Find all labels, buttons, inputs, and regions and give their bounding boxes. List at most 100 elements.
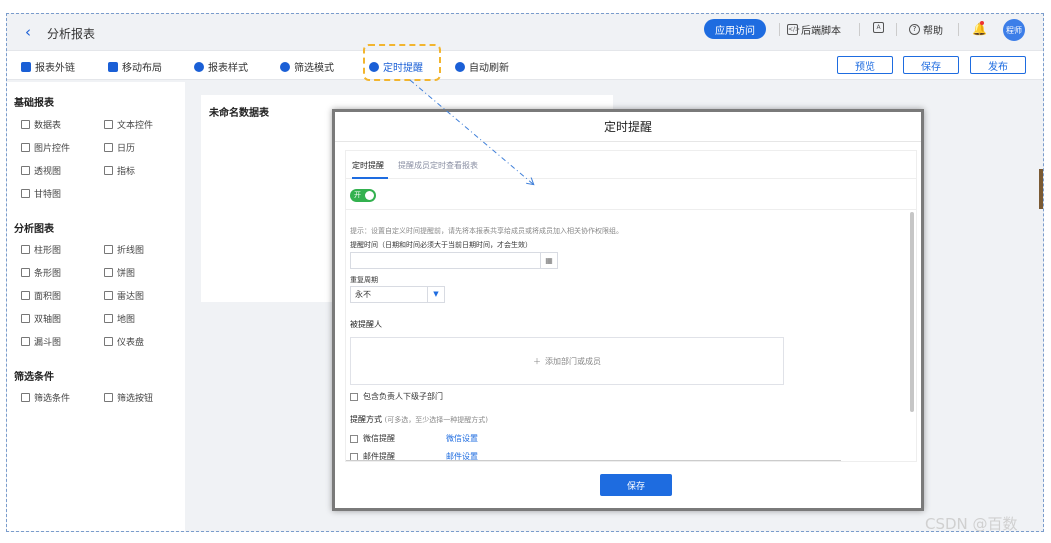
bar-chart-icon [21,245,30,254]
wechat-settings-link[interactable]: 微信设置 [446,433,478,444]
save-button[interactable]: 保存 [903,56,959,74]
divider [958,23,959,36]
watermark: CSDN @百数 [925,515,1018,533]
comp-pivot[interactable]: 透视图 [21,164,61,177]
include-subdept-checkbox[interactable]: 包含负责人下级子部门 [350,391,443,402]
repeat-label: 重复周期 [350,276,378,284]
pie-chart-icon [104,268,113,277]
gantt-icon [21,189,30,198]
section-title: 分析图表 [14,224,54,235]
tab-reminder[interactable]: 定时提醒 [352,160,384,171]
chevron-down-icon: ▼ [427,287,444,302]
comp-label: 筛选按钮 [117,394,154,404]
tool-label: 自动刷新 [469,63,509,74]
comp-map[interactable]: 地图 [104,312,135,325]
divider [779,23,780,36]
reminder-time-input[interactable]: ▦ [350,252,558,269]
comp-dual-axis[interactable]: 双轴图 [21,312,61,325]
comp-label: 日历 [117,144,136,154]
page-title: 分析报表 [47,27,96,41]
checkbox-label: 包含负责人下级子部门 [363,392,443,401]
tool-report-style[interactable]: 报表样式 [194,59,248,74]
comp-bar-chart[interactable]: 柱形图 [21,243,61,256]
checkbox-box [350,434,358,443]
tool-auto-refresh[interactable]: 自动刷新 [455,59,509,74]
checkbox-box [350,392,358,401]
comp-metric[interactable]: 指标 [104,164,135,177]
apply-access-button[interactable]: 应用访问 [704,19,766,39]
comp-calendar[interactable]: 日历 [104,141,135,154]
calendar-icon[interactable]: ▦ [540,253,557,268]
repeat-select[interactable]: 永不 ▼ [350,286,445,303]
tool-mobile-layout[interactable]: 移动布局 [108,59,162,74]
comp-image[interactable]: 图片控件 [21,141,70,154]
template-button[interactable]: A [873,22,884,33]
question-icon: ? [909,24,920,35]
calendar-icon [104,143,113,152]
gauge-icon [104,337,113,346]
comp-label: 双轴图 [34,315,62,325]
comp-radar-chart[interactable]: 雷达图 [104,289,144,302]
method-label: 提醒方式 (可多选，至少选择一种提醒方式) [350,414,488,425]
notification-dot [980,21,984,25]
component-sidebar: 基础报表 数据表 文本控件 图片控件 日历 透视图 指标 甘特图 分析图表 柱形… [7,82,185,531]
comp-gauge[interactable]: 仪表盘 [104,335,144,348]
comp-gantt[interactable]: 甘特图 [21,187,61,200]
comp-label: 指标 [117,167,136,177]
radar-chart-icon [104,291,113,300]
table-icon [21,120,30,129]
help-button[interactable]: ? 帮助 [909,22,943,37]
wechat-checkbox[interactable]: 微信提醒 [350,433,395,444]
divider [859,23,860,36]
hint-text: 提示：设置自定义时间提醒前，请先将本报表共享给成员或将成员加入相关协作权限组。 [350,227,623,235]
tool-report-link[interactable]: 报表外链 [21,59,75,74]
comp-area-chart[interactable]: 面积图 [21,289,61,302]
add-members-area[interactable]: ＋ 添加部门或成员 [350,337,784,385]
chevron-left-icon[interactable]: ‹ [25,23,31,41]
comp-text[interactable]: 文本控件 [104,118,153,131]
comp-data-table[interactable]: 数据表 [21,118,61,131]
checkbox-label: 微信提醒 [363,434,395,443]
divider [346,209,916,210]
template-icon: A [873,22,884,33]
comp-label: 漏斗图 [34,338,62,348]
comp-label: 面积图 [34,292,62,302]
comp-hbar-chart[interactable]: 条形图 [21,266,61,279]
divider [346,460,841,461]
metric-icon [104,166,113,175]
publish-button[interactable]: 发布 [970,56,1026,74]
backend-script-button[interactable]: </> 后端脚本 [787,22,841,37]
dialog-body: 定时提醒 提醒成员定时查看报表 开 提示：设置自定义时间提醒前，请先将本报表共享… [345,150,917,462]
divider [896,23,897,36]
avatar[interactable]: 程师 [1003,19,1025,41]
preview-button[interactable]: 预览 [837,56,893,74]
comp-label: 饼图 [117,269,136,279]
tab-member-reminder[interactable]: 提醒成员定时查看报表 [398,160,478,171]
time-label: 提醒时间（日期和时间必须大于当前日期时间，才会生效） [350,241,532,249]
enable-toggle[interactable]: 开 [350,189,376,202]
header-bar: ‹ 分析报表 应用访问 </> 后端脚本 A ? 帮助 🔔 程师 [7,14,1043,50]
pivot-icon [21,166,30,175]
comp-filter-condition[interactable]: 筛选条件 [21,391,70,404]
section-title: 基础报表 [14,98,54,109]
map-icon [104,314,113,323]
comp-filter-button[interactable]: 筛选按钮 [104,391,153,404]
tool-label: 移动布局 [122,63,162,74]
comp-funnel[interactable]: 漏斗图 [21,335,61,348]
filter-icon [21,393,30,402]
comp-label: 甘特图 [34,190,62,200]
dialog-save-button[interactable]: 保存 [600,474,672,496]
side-handle[interactable] [1039,169,1043,209]
tool-filter-mode[interactable]: 筛选模式 [280,59,334,74]
dialog-tabs: 定时提醒 提醒成员定时查看报表 [346,151,916,179]
scrollbar[interactable] [910,212,914,412]
comp-label: 透视图 [34,167,62,177]
comp-line-chart[interactable]: 折线图 [104,243,144,256]
method-hint: (可多选，至少选择一种提醒方式) [384,416,489,424]
app-frame: ‹ 分析报表 应用访问 </> 后端脚本 A ? 帮助 🔔 程师 报表外链 移动… [6,13,1044,532]
comp-label: 折线图 [117,246,145,256]
text-icon [104,120,113,129]
help-label: 帮助 [923,26,943,37]
filter-button-icon [104,393,113,402]
comp-pie-chart[interactable]: 饼图 [104,266,135,279]
